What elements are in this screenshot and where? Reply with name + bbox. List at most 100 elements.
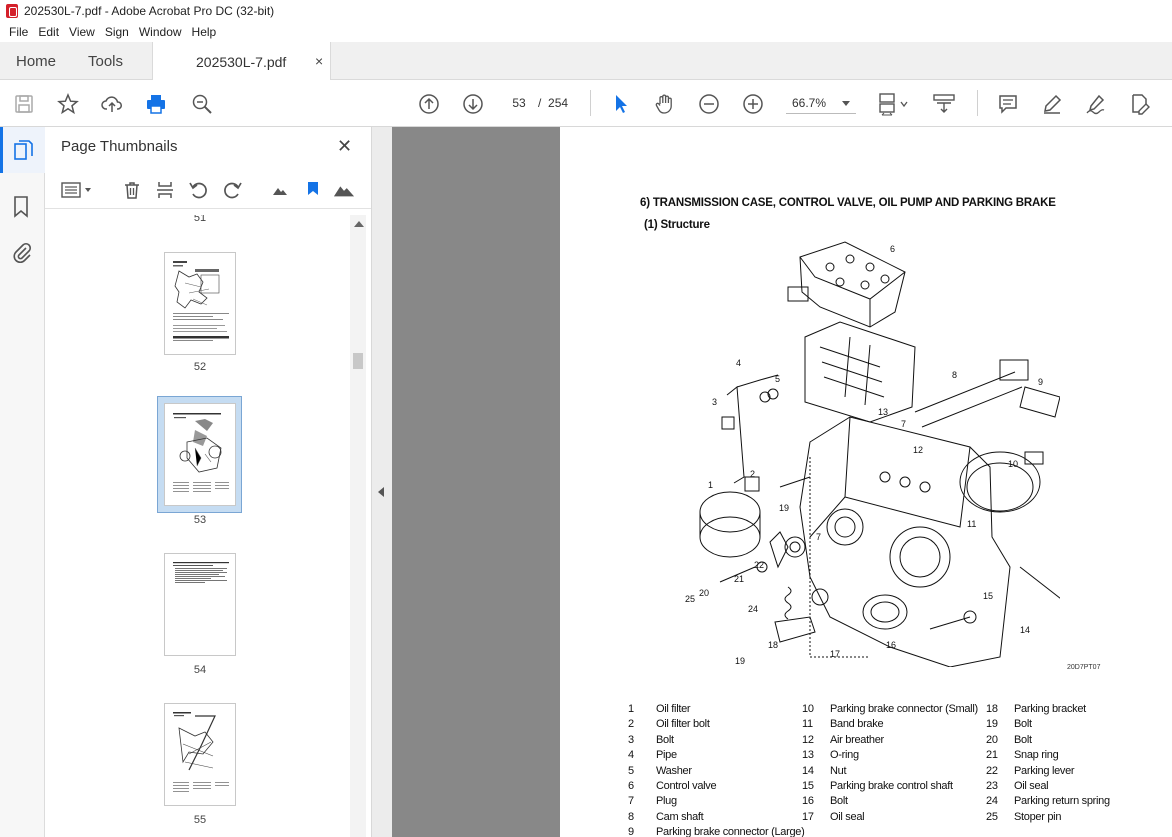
part-number: 1 [628,703,634,715]
thumbnail-label: 52 [193,361,207,373]
main-toolbar: 53 / 254 66.7% [0,80,1172,127]
part-number: 11 [802,718,813,731]
hand-tool-icon[interactable] [653,92,677,116]
callout-8: 8 [952,370,957,380]
bookmarks-tab[interactable] [12,195,30,222]
pdf-page: 6) TRANSMISSION CASE, CONTROL VALVE, OIL… [560,127,1172,837]
part-number: 8 [628,810,634,823]
previous-page-icon[interactable] [417,92,441,116]
save-icon[interactable] [12,92,36,116]
page-thumbnail[interactable] [164,553,236,656]
menu-sign[interactable]: Sign [100,25,134,39]
part-name: Control valve [656,780,717,792]
rotate-counterclockwise-icon[interactable] [188,179,210,201]
tab-close-icon[interactable]: × [315,53,323,69]
bookmark-star-icon[interactable] [56,92,80,116]
part-name: Oil filter bolt [656,718,710,731]
part-number: 18 [986,703,998,715]
page-separator: / [538,96,542,110]
bookmark-pin-icon[interactable] [302,179,324,201]
thumbnail-list: 51 52 53 54 55 [45,215,355,837]
part-name: O-ring [830,749,859,762]
callout-13: 13 [878,407,888,417]
page-thumbnail-selected[interactable] [164,403,236,506]
tab-home[interactable]: Home [16,53,56,70]
menu-bar: File Edit View Sign Window Help [0,22,1172,42]
zoom-in-icon[interactable] [741,92,765,116]
thumbnail-smaller-icon[interactable] [269,179,291,201]
part-name: Parking lever [1014,764,1075,777]
callout-18: 18 [768,640,778,650]
part-name: Bolt [830,795,848,808]
callout-24: 24 [748,604,758,614]
parts-list-item: 23 Oil seal [986,780,1049,792]
upload-cloud-icon[interactable] [100,92,124,116]
part-name: Parking return spring [1014,795,1110,808]
parts-list-item: 22 Parking lever [986,764,1075,777]
callout-16: 16 [886,640,896,650]
part-number: 15 [802,780,814,792]
highlight-pen-icon[interactable] [1040,92,1064,116]
callout-20: 19 [779,503,789,513]
rotate-clockwise-icon[interactable] [221,179,243,201]
part-number: 3 [628,733,634,746]
comment-icon[interactable] [996,92,1020,116]
diagram-callouts: 6 4 5 3 8 9 13 7 12 10 2 1 19 7 11 22 21… [685,244,1043,666]
extract-pages-icon[interactable] [154,179,176,201]
panel-title: Page Thumbnails [61,138,178,155]
parts-list-item: 21 Snap ring [986,749,1059,762]
zoom-search-icon[interactable] [190,92,214,116]
zoom-out-icon[interactable] [697,92,721,116]
edit-pdf-icon[interactable] [1128,92,1152,116]
zoom-level-select[interactable]: 66.7% [786,92,856,114]
page-thumbnail[interactable] [164,703,236,806]
thumbnail-options-icon[interactable] [61,179,95,201]
panel-close-icon[interactable]: ✕ [337,136,352,157]
page-thumbnail[interactable] [164,252,236,355]
callout-2: 2 [750,469,755,479]
delete-page-icon[interactable] [121,179,143,201]
part-name: Nut [830,764,847,777]
part-name: Air breather [830,733,884,746]
window-title: 202530L-7.pdf - Adobe Acrobat Pro DC (32… [24,4,275,18]
menu-window[interactable]: Window [134,25,187,39]
part-number: 24 [986,795,998,808]
menu-file[interactable]: File [4,25,33,39]
page-count: / 254 [538,96,568,110]
attachments-tab[interactable] [11,241,33,268]
menu-view[interactable]: View [64,25,100,39]
part-name: Pipe [656,749,677,762]
scroll-mode-icon[interactable] [932,92,956,116]
parts-list-item: 11 Band brake [802,718,884,731]
fill-sign-icon[interactable] [1084,92,1108,116]
menu-help[interactable]: Help [187,25,222,39]
scrollbar-thumb[interactable] [353,353,363,369]
page-number-input[interactable]: 53 [505,92,533,114]
tab-bar: Home Tools 202530L-7.pdf × [0,42,1172,81]
part-name: Parking brake connector (Small) [830,703,978,715]
next-page-icon[interactable] [461,92,485,116]
part-number: 20 [986,733,998,746]
tab-tools[interactable]: Tools [88,53,123,70]
acrobat-pdf-icon [6,4,18,18]
select-cursor-icon[interactable] [609,92,633,116]
thumbnail-larger-icon[interactable] [333,179,355,201]
section-subheading: (1) Structure [644,219,710,231]
page-thumbnails-tab[interactable] [0,127,45,173]
document-viewer[interactable]: 6) TRANSMISSION CASE, CONTROL VALVE, OIL… [392,127,1172,837]
tab-document[interactable]: 202530L-7.pdf × [152,42,331,81]
collapse-panel-arrow-icon[interactable] [378,487,384,497]
scroll-up-arrow-icon[interactable] [354,221,364,227]
total-pages: 254 [548,96,569,110]
callout-10: 10 [1008,459,1018,469]
part-number: 25 [986,810,998,823]
part-number: 6 [628,780,634,792]
parts-list-item: 18 Parking bracket [986,703,1086,715]
panel-collapse-strip [372,127,392,837]
part-number: 21 [986,749,998,762]
page-fit-icon[interactable] [876,92,912,116]
part-number: 5 [628,764,634,777]
menu-edit[interactable]: Edit [33,25,64,39]
print-icon[interactable] [144,92,168,116]
thumbnail-scrollbar[interactable] [350,215,366,837]
